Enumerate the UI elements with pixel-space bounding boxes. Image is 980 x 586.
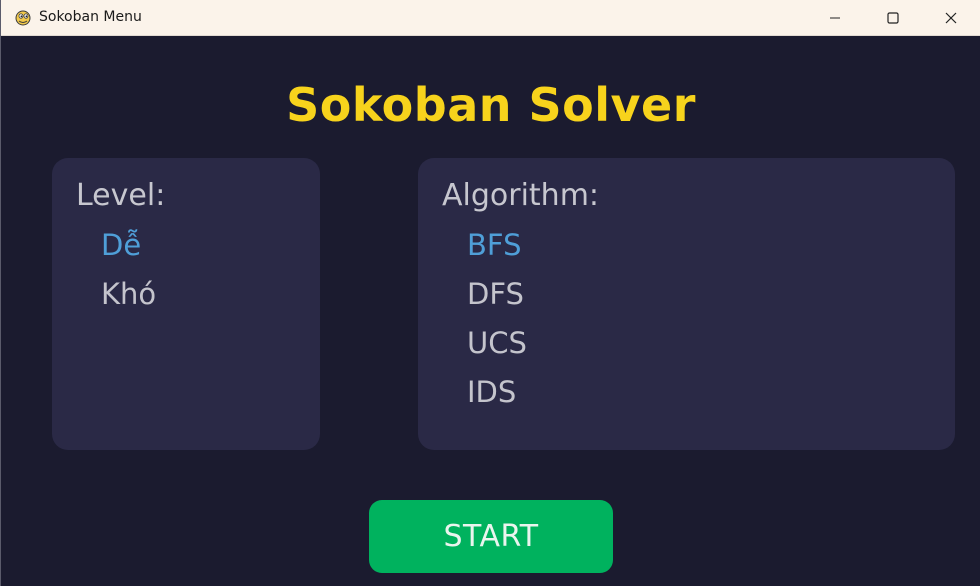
pygame-snake-icon [13, 7, 33, 27]
minimize-button[interactable] [807, 0, 863, 36]
level-heading: Level: [76, 178, 166, 213]
maximize-button[interactable] [865, 0, 921, 36]
sokoban-menu-window: Sokoban Menu Sokoban Solver Level: Dễ Kh… [0, 0, 980, 586]
algorithm-option-dfs[interactable]: DFS [467, 277, 524, 311]
menu-content: Sokoban Solver Level: Dễ Khó Algorithm: … [1, 36, 980, 586]
title-bar[interactable]: Sokoban Menu [1, 0, 980, 36]
algorithm-option-ids[interactable]: IDS [467, 375, 516, 409]
algorithm-option-bfs[interactable]: BFS [467, 228, 521, 262]
algorithm-option-ucs[interactable]: UCS [467, 326, 527, 360]
close-icon [945, 12, 957, 24]
minimize-icon [830, 17, 840, 19]
page-title: Sokoban Solver [286, 78, 696, 132]
level-panel: Level: Dễ Khó [52, 158, 320, 450]
window-title: Sokoban Menu [39, 9, 142, 25]
start-button[interactable]: START [369, 500, 613, 573]
level-option-de[interactable]: Dễ [101, 228, 141, 262]
level-option-kho[interactable]: Khó [101, 277, 156, 311]
algorithm-heading: Algorithm: [442, 178, 600, 213]
algorithm-panel: Algorithm: BFS DFS UCS IDS [418, 158, 955, 450]
close-button[interactable] [923, 0, 979, 36]
maximize-icon [887, 12, 899, 24]
